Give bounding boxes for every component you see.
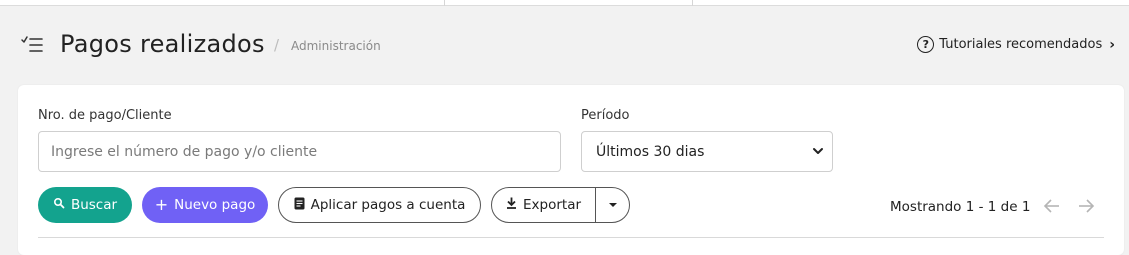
apply-payments-label: Aplicar pagos a cuenta [310, 197, 466, 213]
tutorials-link[interactable]: ? Tutoriales recomendados › [917, 36, 1115, 53]
client-field-label: Nro. de pago/Cliente [38, 108, 172, 123]
breadcrumb-separator: / [274, 36, 280, 54]
breadcrumb[interactable]: Administración [291, 39, 381, 53]
search-button[interactable]: Buscar [38, 187, 132, 223]
new-payment-button[interactable]: + Nuevo pago [142, 187, 268, 223]
search-icon [53, 197, 65, 213]
search-button-label: Buscar [70, 197, 118, 213]
download-icon [506, 197, 517, 213]
pagination-summary: Mostrando 1 - 1 de 1 [890, 199, 1031, 215]
apply-payments-button[interactable]: Aplicar pagos a cuenta [278, 187, 481, 223]
previous-page-arrow-icon[interactable] [1043, 198, 1061, 214]
tutorials-label: Tutoriales recomendados [939, 37, 1103, 52]
new-payment-button-label: Nuevo pago [174, 197, 256, 213]
next-page-arrow-icon[interactable] [1077, 198, 1095, 214]
page-header: Pagos realizados / Administración ? Tuto… [0, 28, 1129, 64]
chevron-down-icon [812, 145, 824, 157]
export-button-label: Exportar [523, 197, 582, 213]
payment-client-search-input[interactable] [38, 131, 561, 172]
top-navigation-strip [0, 0, 1129, 6]
period-field-label: Período [581, 108, 630, 123]
filters-card: Nro. de pago/Cliente Período Últimos 30 … [18, 85, 1124, 255]
table-top-border [38, 237, 1104, 238]
caret-down-icon [609, 203, 617, 207]
chevron-right-icon: › [1109, 36, 1115, 53]
period-selected-value: Últimos 30 dias [596, 143, 705, 160]
menu-checklist-icon[interactable] [20, 34, 44, 56]
document-icon [294, 197, 305, 214]
page-title: Pagos realizados [60, 30, 265, 58]
question-circle-icon: ? [917, 36, 935, 53]
plus-icon: + [154, 195, 169, 214]
export-dropdown-toggle[interactable] [596, 188, 630, 222]
top-strip-divider [444, 0, 445, 6]
top-strip-divider [692, 0, 693, 6]
export-button-group[interactable]: Exportar [491, 187, 630, 223]
period-select[interactable]: Últimos 30 dias [581, 131, 833, 172]
